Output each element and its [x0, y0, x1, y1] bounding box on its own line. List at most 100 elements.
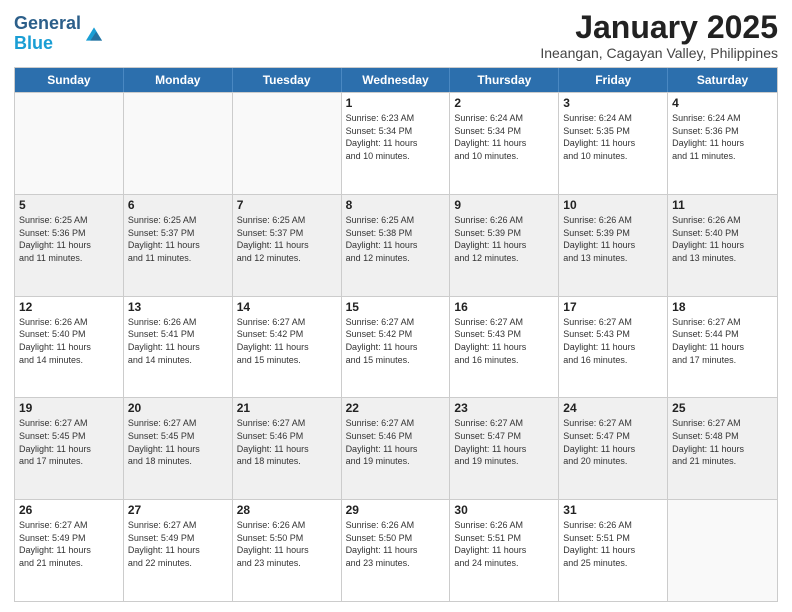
day-info: Sunrise: 6:27 AM Sunset: 5:45 PM Dayligh…	[19, 417, 119, 467]
cal-row-4: 26 Sunrise: 6:27 AM Sunset: 5:49 PM Dayli…	[15, 499, 777, 601]
day-info: Sunrise: 6:27 AM Sunset: 5:48 PM Dayligh…	[672, 417, 773, 467]
logo: General Blue	[14, 14, 105, 54]
cal-cell-19: 19 Sunrise: 6:27 AM Sunset: 5:45 PM Dayli…	[15, 398, 124, 499]
day-number: 15	[346, 300, 446, 314]
weekday-header-tuesday: Tuesday	[233, 68, 342, 92]
day-info: Sunrise: 6:27 AM Sunset: 5:42 PM Dayligh…	[346, 316, 446, 366]
cal-cell-16: 16 Sunrise: 6:27 AM Sunset: 5:43 PM Dayli…	[450, 297, 559, 398]
cal-cell-13: 13 Sunrise: 6:26 AM Sunset: 5:41 PM Dayli…	[124, 297, 233, 398]
day-number: 8	[346, 198, 446, 212]
cal-cell-7: 7 Sunrise: 6:25 AM Sunset: 5:37 PM Daylig…	[233, 195, 342, 296]
day-number: 27	[128, 503, 228, 517]
cal-cell-3: 3 Sunrise: 6:24 AM Sunset: 5:35 PM Daylig…	[559, 93, 668, 194]
day-info: Sunrise: 6:25 AM Sunset: 5:38 PM Dayligh…	[346, 214, 446, 264]
month-title: January 2025	[540, 10, 778, 45]
weekday-header-saturday: Saturday	[668, 68, 777, 92]
calendar: SundayMondayTuesdayWednesdayThursdayFrid…	[14, 67, 778, 602]
day-info: Sunrise: 6:27 AM Sunset: 5:47 PM Dayligh…	[563, 417, 663, 467]
weekday-header-wednesday: Wednesday	[342, 68, 451, 92]
day-number: 26	[19, 503, 119, 517]
cal-cell-24: 24Sunrise: 6:27 AM Sunset: 5:47 PM Dayli…	[559, 398, 668, 499]
day-info: Sunrise: 6:26 AM Sunset: 5:51 PM Dayligh…	[563, 519, 663, 569]
day-number: 30	[454, 503, 554, 517]
cal-row-3: 19 Sunrise: 6:27 AM Sunset: 5:45 PM Dayli…	[15, 397, 777, 499]
day-number: 25	[672, 401, 773, 415]
day-number: 29	[346, 503, 446, 517]
day-number: 13	[128, 300, 228, 314]
title-area: January 2025 Ineangan, Cagayan Valley, P…	[540, 10, 778, 61]
day-number: 17	[563, 300, 663, 314]
day-info: Sunrise: 6:27 AM Sunset: 5:47 PM Dayligh…	[454, 417, 554, 467]
day-info: Sunrise: 6:26 AM Sunset: 5:40 PM Dayligh…	[672, 214, 773, 264]
day-info: Sunrise: 6:26 AM Sunset: 5:50 PM Dayligh…	[346, 519, 446, 569]
day-number: 7	[237, 198, 337, 212]
cal-cell-31: 31 Sunrise: 6:26 AM Sunset: 5:51 PM Dayli…	[559, 500, 668, 601]
day-info: Sunrise: 6:26 AM Sunset: 5:41 PM Dayligh…	[128, 316, 228, 366]
logo-icon	[83, 23, 105, 45]
day-number: 19	[19, 401, 119, 415]
day-info: Sunrise: 6:26 AM Sunset: 5:39 PM Dayligh…	[563, 214, 663, 264]
day-number: 5	[19, 198, 119, 212]
day-info: Sunrise: 6:27 AM Sunset: 5:49 PM Dayligh…	[19, 519, 119, 569]
day-info: Sunrise: 6:27 AM Sunset: 5:43 PM Dayligh…	[454, 316, 554, 366]
day-number: 18	[672, 300, 773, 314]
cal-cell-29: 29 Sunrise: 6:26 AM Sunset: 5:50 PM Dayli…	[342, 500, 451, 601]
page: General Blue January 2025 Ineangan, Caga…	[0, 0, 792, 612]
day-info: Sunrise: 6:27 AM Sunset: 5:44 PM Dayligh…	[672, 316, 773, 366]
day-info: Sunrise: 6:25 AM Sunset: 5:37 PM Dayligh…	[237, 214, 337, 264]
cal-cell-empty-0-1	[124, 93, 233, 194]
day-info: Sunrise: 6:27 AM Sunset: 5:42 PM Dayligh…	[237, 316, 337, 366]
cal-row-2: 12 Sunrise: 6:26 AM Sunset: 5:40 PM Dayli…	[15, 296, 777, 398]
cal-cell-10: 10Sunrise: 6:26 AM Sunset: 5:39 PM Dayli…	[559, 195, 668, 296]
cal-cell-20: 20 Sunrise: 6:27 AM Sunset: 5:45 PM Dayli…	[124, 398, 233, 499]
day-number: 28	[237, 503, 337, 517]
weekday-header-thursday: Thursday	[450, 68, 559, 92]
cal-cell-1: 1 Sunrise: 6:23 AM Sunset: 5:34 PM Daylig…	[342, 93, 451, 194]
day-info: Sunrise: 6:26 AM Sunset: 5:51 PM Dayligh…	[454, 519, 554, 569]
day-number: 11	[672, 198, 773, 212]
day-info: Sunrise: 6:26 AM Sunset: 5:50 PM Dayligh…	[237, 519, 337, 569]
cal-cell-25: 25 Sunrise: 6:27 AM Sunset: 5:48 PM Dayli…	[668, 398, 777, 499]
day-number: 20	[128, 401, 228, 415]
location-title: Ineangan, Cagayan Valley, Philippines	[540, 45, 778, 61]
day-info: Sunrise: 6:27 AM Sunset: 5:46 PM Dayligh…	[237, 417, 337, 467]
day-number: 3	[563, 96, 663, 110]
cal-cell-23: 23Sunrise: 6:27 AM Sunset: 5:47 PM Dayli…	[450, 398, 559, 499]
cal-cell-5: 5Sunrise: 6:25 AM Sunset: 5:36 PM Daylig…	[15, 195, 124, 296]
cal-cell-27: 27Sunrise: 6:27 AM Sunset: 5:49 PM Dayli…	[124, 500, 233, 601]
day-number: 31	[563, 503, 663, 517]
logo-line1: General	[14, 14, 81, 34]
cal-cell-8: 8 Sunrise: 6:25 AM Sunset: 5:38 PM Daylig…	[342, 195, 451, 296]
cal-cell-21: 21 Sunrise: 6:27 AM Sunset: 5:46 PM Dayli…	[233, 398, 342, 499]
day-number: 12	[19, 300, 119, 314]
cal-cell-28: 28 Sunrise: 6:26 AM Sunset: 5:50 PM Dayli…	[233, 500, 342, 601]
cal-cell-2: 2Sunrise: 6:24 AM Sunset: 5:34 PM Daylig…	[450, 93, 559, 194]
day-number: 4	[672, 96, 773, 110]
cal-cell-26: 26 Sunrise: 6:27 AM Sunset: 5:49 PM Dayli…	[15, 500, 124, 601]
cal-cell-22: 22Sunrise: 6:27 AM Sunset: 5:46 PM Dayli…	[342, 398, 451, 499]
calendar-header: SundayMondayTuesdayWednesdayThursdayFrid…	[15, 68, 777, 92]
day-number: 9	[454, 198, 554, 212]
calendar-body: 1 Sunrise: 6:23 AM Sunset: 5:34 PM Daylig…	[15, 92, 777, 601]
day-number: 21	[237, 401, 337, 415]
header: General Blue January 2025 Ineangan, Caga…	[14, 10, 778, 61]
day-number: 6	[128, 198, 228, 212]
day-info: Sunrise: 6:27 AM Sunset: 5:45 PM Dayligh…	[128, 417, 228, 467]
day-info: Sunrise: 6:23 AM Sunset: 5:34 PM Dayligh…	[346, 112, 446, 162]
day-info: Sunrise: 6:26 AM Sunset: 5:39 PM Dayligh…	[454, 214, 554, 264]
cal-cell-4: 4 Sunrise: 6:24 AM Sunset: 5:36 PM Daylig…	[668, 93, 777, 194]
day-number: 1	[346, 96, 446, 110]
cal-cell-18: 18 Sunrise: 6:27 AM Sunset: 5:44 PM Dayli…	[668, 297, 777, 398]
cal-cell-6: 6Sunrise: 6:25 AM Sunset: 5:37 PM Daylig…	[124, 195, 233, 296]
logo-line2: Blue	[14, 34, 81, 54]
cal-cell-30: 30 Sunrise: 6:26 AM Sunset: 5:51 PM Dayli…	[450, 500, 559, 601]
cal-row-1: 5Sunrise: 6:25 AM Sunset: 5:36 PM Daylig…	[15, 194, 777, 296]
day-info: Sunrise: 6:24 AM Sunset: 5:35 PM Dayligh…	[563, 112, 663, 162]
weekday-header-monday: Monday	[124, 68, 233, 92]
day-info: Sunrise: 6:24 AM Sunset: 5:34 PM Dayligh…	[454, 112, 554, 162]
weekday-header-sunday: Sunday	[15, 68, 124, 92]
day-info: Sunrise: 6:26 AM Sunset: 5:40 PM Dayligh…	[19, 316, 119, 366]
day-info: Sunrise: 6:24 AM Sunset: 5:36 PM Dayligh…	[672, 112, 773, 162]
day-number: 16	[454, 300, 554, 314]
weekday-header-friday: Friday	[559, 68, 668, 92]
